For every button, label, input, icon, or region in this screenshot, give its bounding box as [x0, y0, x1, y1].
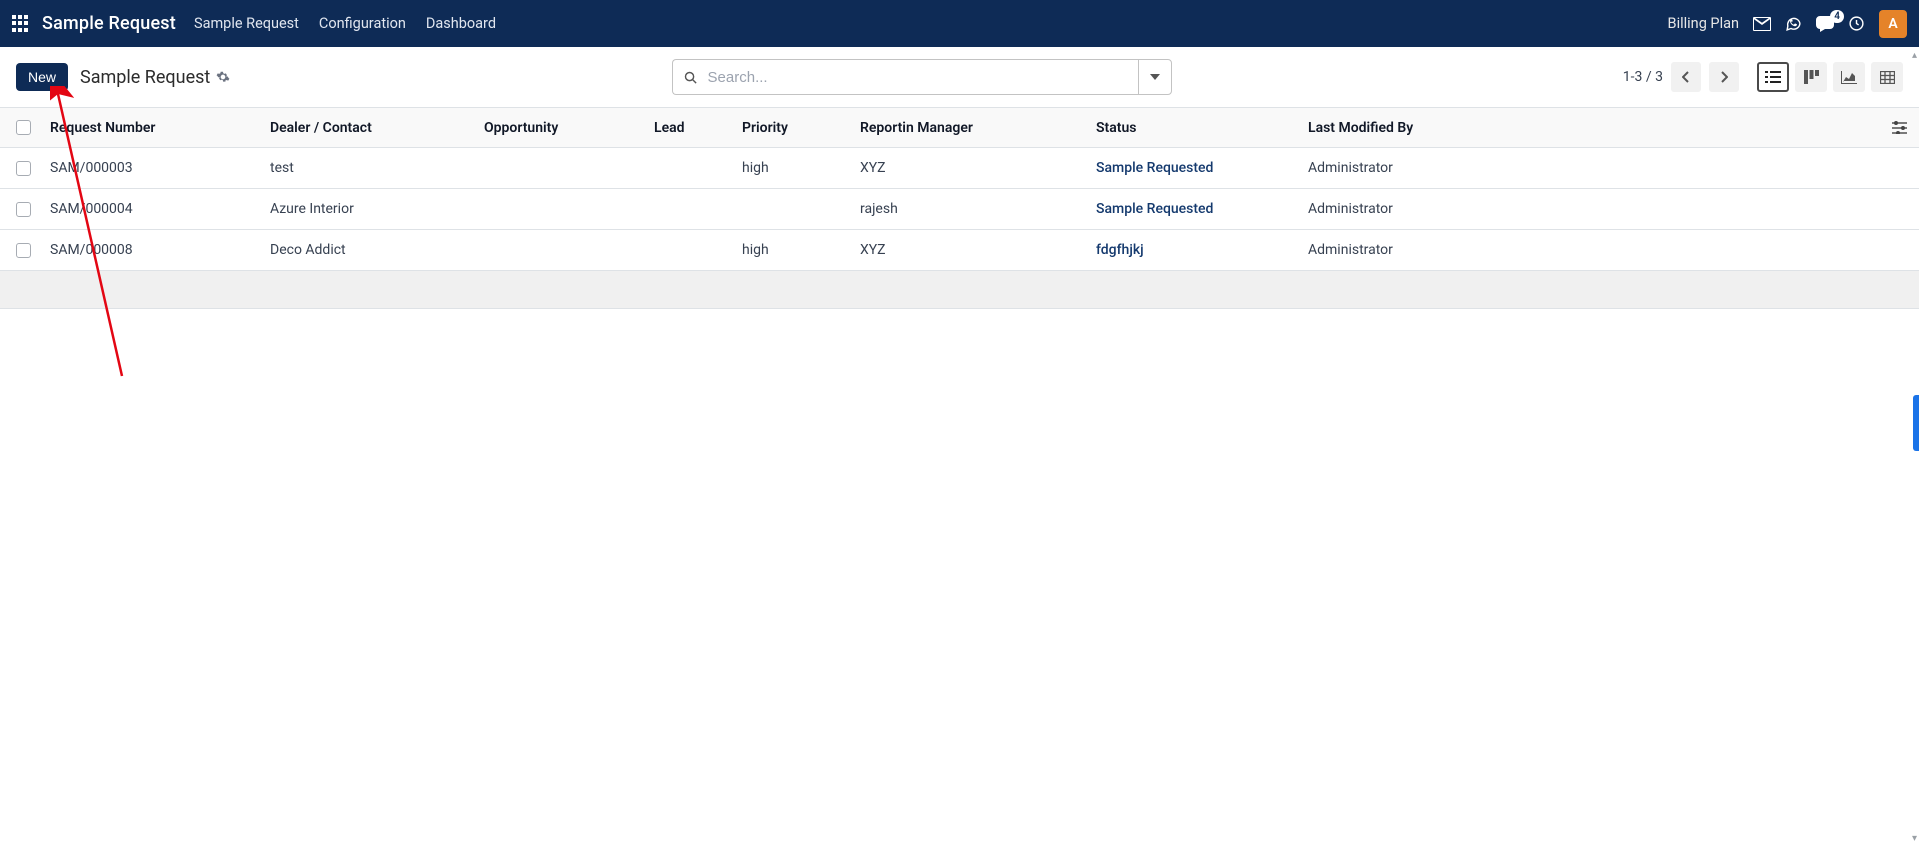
scroll-down-icon: ▾: [1912, 833, 1917, 844]
gear-icon[interactable]: [216, 70, 230, 84]
mail-icon[interactable]: [1753, 17, 1771, 31]
nav-link-sample-request[interactable]: Sample Request: [194, 15, 299, 32]
new-button[interactable]: New: [16, 63, 68, 91]
table-row[interactable]: SAM/000008 Deco Addict high XYZ fdgfhjkj…: [0, 230, 1919, 271]
cell-priority: high: [738, 160, 856, 176]
col-status[interactable]: Status: [1092, 120, 1304, 136]
col-manager[interactable]: Reportin Manager: [856, 120, 1092, 136]
row-checkbox[interactable]: [16, 243, 31, 258]
search-box[interactable]: [672, 59, 1138, 95]
whatsapp-icon[interactable]: [1785, 15, 1802, 32]
cell-manager: XYZ: [856, 242, 1092, 258]
view-graph-button[interactable]: [1833, 62, 1865, 92]
cell-manager: rajesh: [856, 201, 1092, 217]
search-icon: [683, 70, 698, 85]
brand-title[interactable]: Sample Request: [42, 13, 176, 34]
col-priority[interactable]: Priority: [738, 120, 856, 136]
cell-dealer: test: [266, 160, 480, 176]
cell-modified-by: Administrator: [1304, 242, 1524, 258]
cell-modified-by: Administrator: [1304, 160, 1524, 176]
col-request-number[interactable]: Request Number: [46, 120, 266, 136]
col-dealer[interactable]: Dealer / Contact: [266, 120, 480, 136]
cell-manager: XYZ: [856, 160, 1092, 176]
scroll-up-icon: ▴: [1912, 50, 1917, 61]
filter-columns-icon[interactable]: [1879, 121, 1919, 134]
breadcrumb-text: Sample Request: [80, 67, 210, 88]
pager-next-button[interactable]: [1709, 62, 1739, 92]
cell-status[interactable]: fdgfhjkj: [1092, 242, 1304, 258]
pager-prev-button[interactable]: [1671, 62, 1701, 92]
table-row[interactable]: SAM/000003 test high XYZ Sample Requeste…: [0, 148, 1919, 189]
cell-request-number: SAM/000008: [46, 242, 266, 258]
col-modified-by[interactable]: Last Modified By: [1304, 120, 1524, 136]
col-lead[interactable]: Lead: [650, 120, 738, 136]
data-table: Request Number Dealer / Contact Opportun…: [0, 108, 1919, 309]
side-tab-handle[interactable]: [1913, 395, 1919, 451]
search-input[interactable]: [706, 68, 1128, 87]
view-switcher: [1757, 62, 1903, 92]
billing-plan-link[interactable]: Billing Plan: [1668, 15, 1739, 32]
row-checkbox[interactable]: [16, 202, 31, 217]
row-checkbox[interactable]: [16, 161, 31, 176]
search-dropdown-toggle[interactable]: [1138, 59, 1172, 95]
cell-request-number: SAM/000003: [46, 160, 266, 176]
view-list-button[interactable]: [1757, 62, 1789, 92]
nav-right: Billing Plan 4 A: [1668, 10, 1907, 38]
view-kanban-button[interactable]: [1795, 62, 1827, 92]
pager-text: 1-3 / 3: [1623, 69, 1663, 85]
table-footer-spacer: [0, 271, 1919, 309]
search-wrap: [672, 59, 1172, 95]
top-navbar: Sample Request Sample Request Configurat…: [0, 0, 1919, 47]
cell-request-number: SAM/000004: [46, 201, 266, 217]
col-opportunity[interactable]: Opportunity: [480, 120, 650, 136]
avatar[interactable]: A: [1879, 10, 1907, 38]
control-bar: New Sample Request 1-3 / 3: [0, 47, 1919, 108]
cell-dealer: Deco Addict: [266, 242, 480, 258]
cell-dealer: Azure Interior: [266, 201, 480, 217]
clock-icon[interactable]: [1848, 15, 1865, 32]
nav-links: Sample Request Configuration Dashboard: [194, 15, 496, 32]
cell-priority: high: [738, 242, 856, 258]
view-pivot-button[interactable]: [1871, 62, 1903, 92]
apps-grid-icon[interactable]: [12, 15, 30, 33]
cell-modified-by: Administrator: [1304, 201, 1524, 217]
chat-badge: 4: [1830, 10, 1844, 23]
cell-status[interactable]: Sample Requested: [1092, 201, 1304, 217]
nav-link-configuration[interactable]: Configuration: [319, 15, 406, 32]
breadcrumb: Sample Request: [80, 67, 230, 88]
table-row[interactable]: SAM/000004 Azure Interior rajesh Sample …: [0, 189, 1919, 230]
nav-link-dashboard[interactable]: Dashboard: [426, 15, 496, 32]
select-all-checkbox[interactable]: [16, 120, 31, 135]
cell-status[interactable]: Sample Requested: [1092, 160, 1304, 176]
table-header: Request Number Dealer / Contact Opportun…: [0, 108, 1919, 148]
chat-icon[interactable]: 4: [1816, 16, 1834, 32]
pager: 1-3 / 3: [1623, 62, 1739, 92]
